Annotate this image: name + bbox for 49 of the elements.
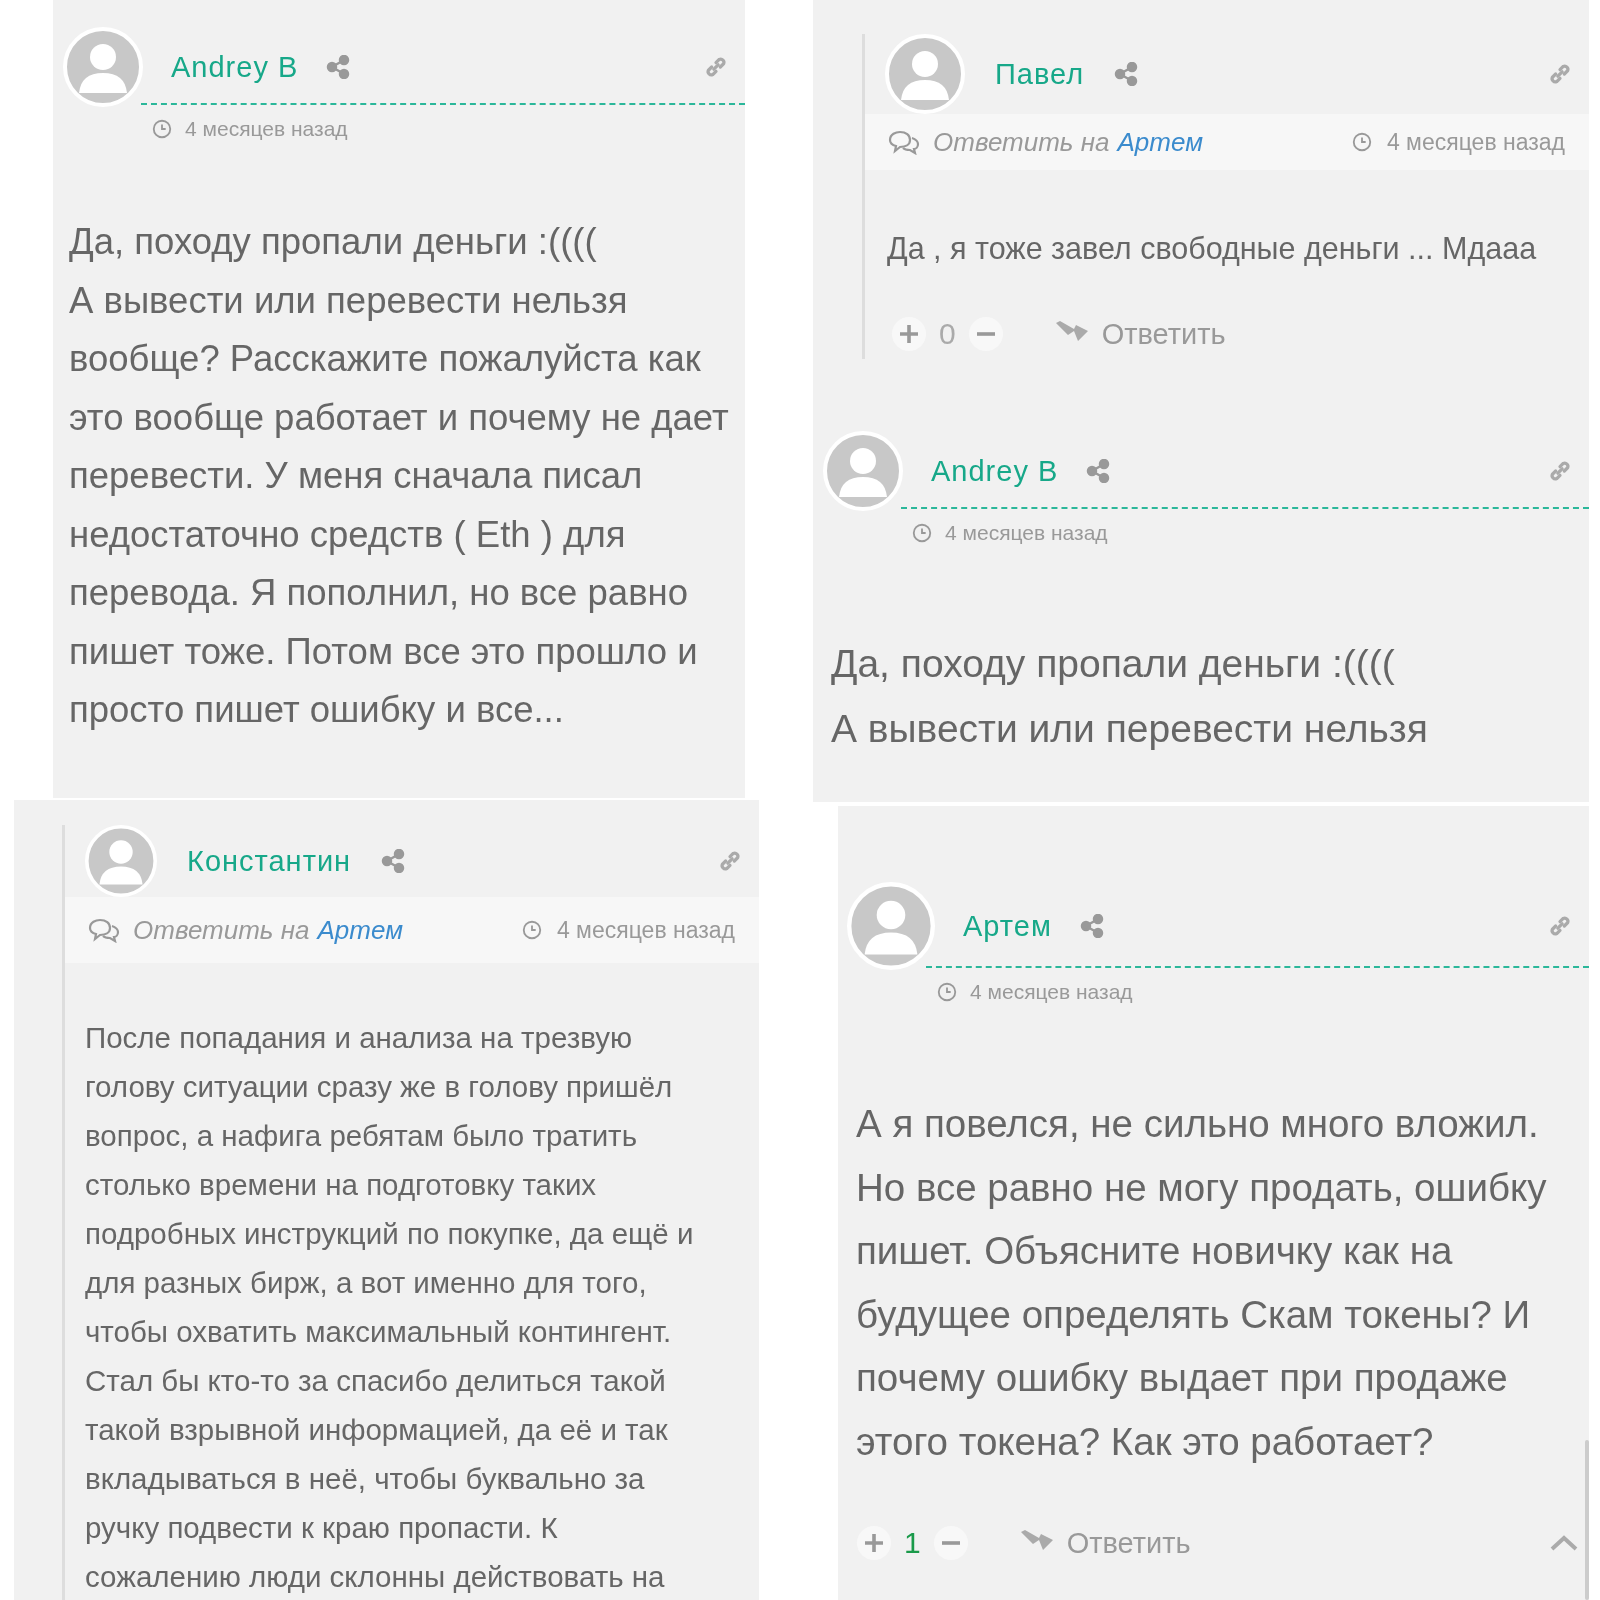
share-icon[interactable] [1114,62,1139,86]
minus-icon[interactable] [967,316,1004,352]
comment-time: 4 месяцев назад [556,916,735,944]
link-icon[interactable] [1547,61,1573,87]
reply-to-text: Ответить на [933,126,1110,158]
minus-icon[interactable] [932,1525,969,1561]
comment-text: Да , я тоже завел свободные деньги ... Мдааа [886,230,1538,268]
reply-button[interactable]: Ответить [1066,1526,1191,1560]
comment-text: А я повелся, не сильно много вложил. Но все равно не могу продать, ошибку пишет. Объясните новичку как на будущее определять Скам токены? И почему ошибку выдает при продаже этого токена? Как это работает? [855,1101,1548,1465]
reply-to-link[interactable]: Артем [1117,126,1203,158]
plus-icon[interactable] [891,316,927,352]
avatar-icon [847,882,935,970]
comment-time: 4 месяцев назад [970,980,1133,1004]
clock-icon [520,919,543,941]
link-icon[interactable] [703,54,729,80]
author-name[interactable]: Константин [187,844,352,878]
comment-time: 4 месяцев назад [185,117,348,141]
caret-up-icon[interactable] [1549,1533,1579,1553]
share-icon[interactable] [1086,459,1111,483]
author-name[interactable]: Артем [963,909,1052,943]
link-icon[interactable] [717,848,743,874]
clock-icon [911,522,933,544]
avatar-icon [823,431,903,511]
link-icon[interactable] [1547,913,1573,939]
comment-time: 4 месяцев назад [1386,128,1565,156]
comment-text: Да, походу пропали деньги :(((( А вывести или перевести нельзя вообще? Расскажите пожалуйста как это вообще работает и почему не дает перевести. У меня сначала писал недостаточно средств ( Eth ) для перевода. Я пополнил, но все равно пишет тоже. Потом все это прошло и просто пишет ошибку и все... [68,220,730,732]
link-icon[interactable] [1547,458,1573,484]
comment-text: После попадания и анализа на трезвую голову ситуации сразу же в голову пришёл вопрос, а нафига ребятам было тратить столько времени на подготовку таких подробных инструкций по покупке, да ещё и для разных бирж, а вот именно для того, чтобы охватить максимальный контингент. Стал бы кто-то за спасибо делиться такой такой взрывной информацией, да её и так вкладываться в неё, чтобы буквально за ручку подвести к краю пропасти. К сожалению люди склонны действовать на [84,1020,695,1595]
scrollbar[interactable] [1585,1440,1589,1600]
author-name[interactable]: Andrey B [171,50,299,84]
vote-count: 1 [904,1526,921,1560]
share-icon[interactable] [326,55,351,79]
reply-to-text: Ответить на [133,914,310,946]
reply-button[interactable]: Ответить [1101,317,1226,351]
author-name[interactable]: Andrey B [931,454,1059,488]
clock-icon [936,981,958,1003]
comment-time: 4 месяцев назад [945,521,1108,545]
author-name[interactable]: Павел [995,57,1085,91]
clock-icon [151,118,173,140]
chat-icon [87,917,121,943]
share-icon[interactable] [381,849,406,873]
share-icon[interactable] [1079,914,1104,938]
vote-count: 0 [939,317,956,351]
reply-to-link[interactable]: Артем [317,914,403,946]
comment-text: Да, походу пропали деньги :(((( А вывести или перевести нельзя [830,641,1429,752]
avatar-icon [63,27,143,107]
plus-icon[interactable] [856,1525,892,1561]
clock-icon [1350,131,1373,153]
chat-icon [887,129,921,155]
